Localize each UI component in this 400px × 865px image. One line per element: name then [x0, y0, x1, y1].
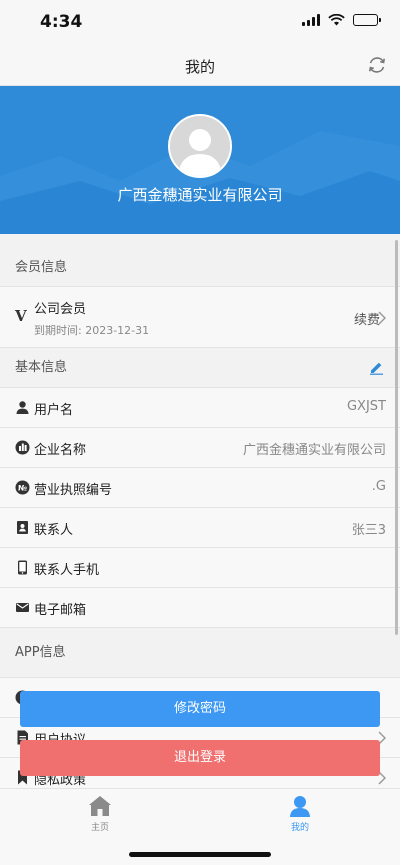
tab-home[interactable]: 主页: [70, 795, 130, 833]
renew-button[interactable]: 续费: [354, 309, 380, 328]
info-row-username[interactable]: 用户名 GXJST: [0, 388, 400, 428]
wifi-icon: [328, 14, 345, 26]
nav-bar: 我的: [0, 44, 400, 86]
profile-company-name: 广西金穗通实业有限公司: [117, 186, 283, 204]
avatar[interactable]: [168, 114, 232, 178]
tab-label: 主页: [90, 823, 109, 833]
status-bar: 4:34: [0, 0, 400, 44]
info-value: 张三3: [351, 523, 386, 538]
status-time: 4:34: [40, 12, 83, 32]
edit-icon[interactable]: [369, 360, 384, 375]
info-label: 电子邮箱: [34, 603, 87, 618]
change-password-button[interactable]: 修改密码: [20, 691, 380, 727]
info-row-contact-phone[interactable]: 联系人手机: [0, 548, 400, 588]
app-info-title: APP信息: [15, 645, 66, 660]
scrollbar[interactable]: [395, 240, 398, 635]
status-icons: [302, 14, 381, 26]
mail-icon: [16, 603, 29, 612]
info-label: 用户名: [34, 403, 74, 418]
building-icon: [15, 440, 30, 455]
person-icon: [290, 796, 310, 817]
user-icon: [16, 401, 29, 414]
signal-icon: [302, 14, 320, 26]
vip-icon: V: [15, 307, 27, 325]
section-title-app-info: APP信息: [0, 628, 400, 678]
tab-label: 我的: [290, 823, 309, 833]
home-indicator: [129, 852, 271, 857]
info-row-email[interactable]: 电子邮箱: [0, 588, 400, 628]
member-type: 公司会员: [34, 302, 87, 317]
info-label: 营业执照编号: [34, 483, 113, 498]
default-avatar-icon: [170, 116, 230, 176]
contact-card-icon: [17, 521, 28, 534]
chevron-right-icon: [378, 311, 386, 325]
section-title-basic-info: 基本信息: [0, 348, 400, 388]
info-value: 广西金穗通实业有限公司: [242, 443, 386, 458]
svg-text:№: №: [18, 484, 27, 493]
page-title: 我的: [184, 58, 215, 76]
profile-header: 广西金穗通实业有限公司: [0, 86, 400, 234]
tab-mine[interactable]: 我的: [270, 795, 330, 833]
number-icon: №: [15, 480, 30, 495]
logout-button[interactable]: 退出登录: [20, 740, 380, 776]
info-label: 企业名称: [34, 443, 87, 458]
membership-row[interactable]: V 公司会员 到期时间: 2023-12-31 续费: [0, 287, 400, 348]
home-icon: [89, 796, 111, 816]
section-title-membership: 会员信息: [0, 234, 400, 287]
info-value: .G: [371, 479, 386, 494]
basic-info-title: 基本信息: [15, 360, 68, 375]
info-value: GXJST: [346, 399, 386, 414]
info-row-contact[interactable]: 联系人 张三3: [0, 508, 400, 548]
refresh-icon[interactable]: [366, 54, 388, 76]
info-row-company-name[interactable]: 企业名称 广西金穗通实业有限公司: [0, 428, 400, 468]
info-row-license-number[interactable]: № 营业执照编号 .G: [0, 468, 400, 508]
phone-icon: [18, 560, 27, 575]
info-label: 联系人手机: [34, 563, 100, 578]
member-expiry: 到期时间: 2023-12-31: [34, 324, 150, 337]
info-label: 联系人: [34, 523, 74, 538]
battery-icon: [353, 14, 381, 26]
